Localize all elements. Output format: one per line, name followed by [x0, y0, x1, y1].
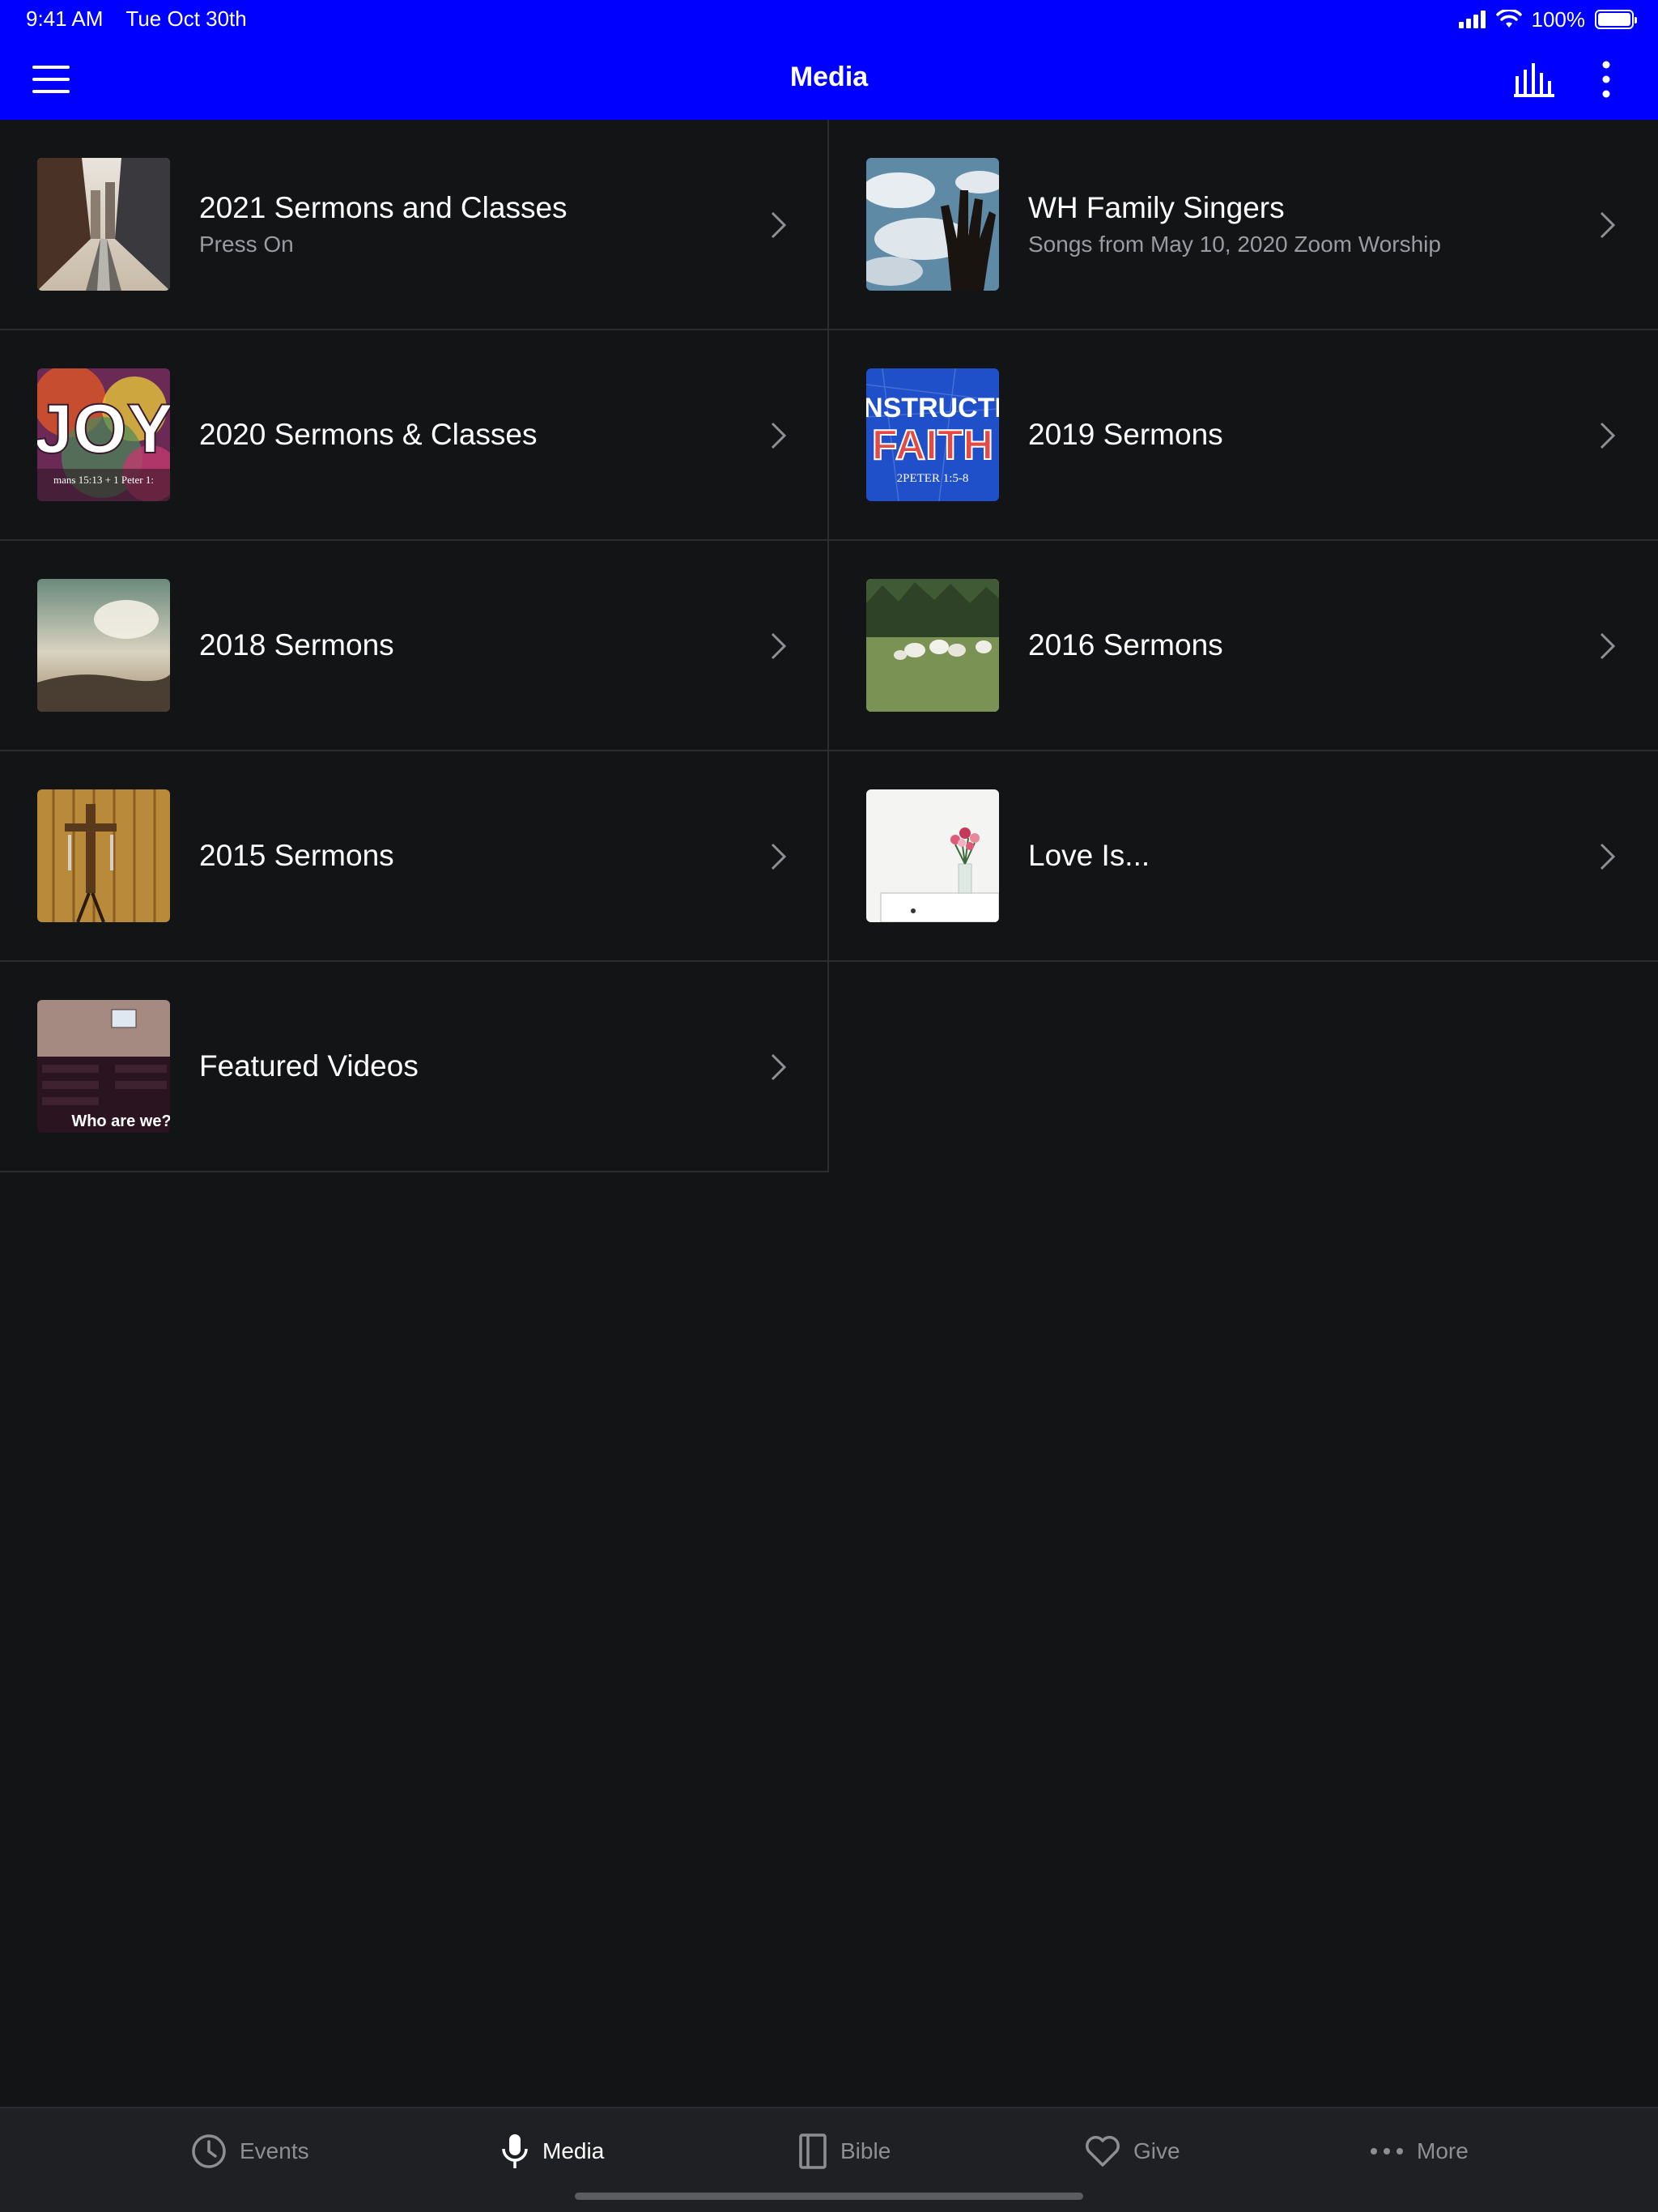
hand-clouds-image [866, 158, 999, 291]
media-item-texts: 2018 Sermons [199, 628, 755, 662]
media-item-featured-videos[interactable]: Who are we? Featured Videos [0, 962, 829, 1172]
media-item-texts: 2015 Sermons [199, 839, 755, 873]
media-item-title: 2019 Sermons [1028, 418, 1223, 451]
battery-level-fill [1598, 13, 1630, 26]
heart-icon [1086, 2136, 1120, 2167]
tab-give[interactable]: Give [1085, 2131, 1180, 2172]
tab-media-label: Media [542, 2138, 605, 2163]
media-item-title: 2018 Sermons [199, 628, 394, 661]
tab-media[interactable]: Media [500, 2131, 604, 2172]
media-item-2018-sermons[interactable]: 2018 Sermons [0, 541, 829, 751]
home-indicator [575, 2193, 1083, 2200]
tab-events-label: Events [240, 2138, 309, 2163]
tab-bible[interactable]: Bible [798, 2131, 891, 2172]
media-item-2015-sermons[interactable]: 2015 Sermons [0, 751, 829, 962]
media-item-texts: 2019 Sermons [1028, 418, 1585, 452]
tab-more[interactable]: More [1370, 2131, 1469, 2172]
media-item-2016-sermons[interactable]: 2016 Sermons [829, 541, 1658, 751]
tab-more-label: More [1417, 2138, 1469, 2163]
wifi-icon [1495, 10, 1522, 28]
media-item-love-is[interactable]: Love Is... [829, 751, 1658, 962]
media-item-2019-sermons[interactable]: NSTRUCTI FAITH 2PETER 1:5-8 2019 Sermons [829, 330, 1658, 541]
flowers-vase-image [866, 789, 999, 922]
media-item-texts: 2021 Sermons and Classes Press On [199, 191, 755, 257]
media-item-texts: 2016 Sermons [1028, 628, 1585, 662]
cross-wall-image [37, 789, 170, 922]
tab-bar: Events Media Bible Give More [0, 2107, 1658, 2212]
media-item-title: Love Is... [1028, 839, 1150, 872]
more-horizontal-icon [1371, 2148, 1403, 2155]
chevron-right-icon [771, 632, 787, 660]
status-date: Tue Oct 30th [125, 6, 247, 31]
more-vertical-icon[interactable] [1592, 60, 1621, 99]
media-item-title: WH Family Singers [1028, 191, 1285, 224]
media-item-texts: 2020 Sermons & Classes [199, 418, 755, 452]
media-item-texts: Love Is... [1028, 839, 1585, 873]
status-bar-left: 9:41 AM Tue Oct 30th [26, 6, 247, 32]
featured-image-caption: Who are we? [71, 1112, 170, 1130]
media-grid: 2021 Sermons and Classes Press On WH Fam… [0, 120, 1658, 1172]
media-item-2021-sermons[interactable]: 2021 Sermons and Classes Press On [0, 120, 829, 330]
media-item-texts: WH Family Singers Songs from May 10, 202… [1028, 191, 1585, 257]
chevron-right-icon [1600, 632, 1616, 660]
battery-percent: 100% [1531, 6, 1586, 32]
media-item-title: 2016 Sermons [1028, 628, 1223, 661]
clock-icon [192, 2134, 226, 2168]
tab-bible-label: Bible [840, 2138, 891, 2163]
media-item-wh-family-singers[interactable]: WH Family Singers Songs from May 10, 202… [829, 120, 1658, 330]
chevron-right-icon [771, 211, 787, 239]
chevron-right-icon [771, 422, 787, 449]
book-icon [799, 2133, 827, 2169]
sheep-field-image [866, 579, 999, 712]
nav-header: 9:41 AM Tue Oct 30th 100% Media [0, 0, 1658, 120]
media-item-title: 2020 Sermons & Classes [199, 418, 538, 451]
media-item-title: 2015 Sermons [199, 839, 394, 872]
status-time: 9:41 AM [26, 6, 104, 31]
joy-image-text: JOY [37, 390, 170, 468]
faith-image-text-2: FAITH [872, 422, 993, 469]
chevron-right-icon [1600, 211, 1616, 239]
chevron-right-icon [771, 1053, 787, 1081]
chevron-right-icon [771, 843, 787, 870]
church-interior-image: Who are we? [37, 1000, 170, 1133]
tab-give-label: Give [1133, 2138, 1180, 2163]
page-title: Media [789, 62, 869, 92]
media-item-title: 2021 Sermons and Classes [199, 191, 568, 224]
tab-events[interactable]: Events [191, 2131, 309, 2172]
media-item-subtitle: Press On [199, 232, 294, 257]
joy-image-caption: mans 15:13 + 1 Peter 1: [53, 474, 154, 486]
equalizer-icon[interactable] [1514, 63, 1556, 97]
battery-icon [1595, 10, 1637, 29]
sky-landscape-image [37, 579, 170, 712]
chevron-right-icon [1600, 422, 1616, 449]
joy-image: JOY mans 15:13 + 1 Peter 1: [37, 368, 170, 501]
media-item-title: Featured Videos [199, 1049, 419, 1083]
status-bar-right: 100% [1458, 6, 1637, 32]
faith-image-text-1: NSTRUCTI [866, 393, 999, 423]
media-item-2020-sermons[interactable]: JOY mans 15:13 + 1 Peter 1: 2020 Sermons… [0, 330, 829, 541]
city-street-image [37, 158, 170, 291]
app-root: 9:41 AM Tue Oct 30th 100% Media 2021 Ser… [0, 0, 1658, 2212]
constructive-faith-image: NSTRUCTI FAITH 2PETER 1:5-8 [866, 368, 999, 501]
chevron-right-icon [1600, 843, 1616, 870]
media-item-texts: Featured Videos [199, 1049, 755, 1083]
faith-image-ref: 2PETER 1:5-8 [897, 472, 969, 485]
signal-icon [1458, 11, 1486, 28]
microphone-icon [502, 2134, 528, 2168]
media-item-subtitle: Songs from May 10, 2020 Zoom Worship [1028, 232, 1441, 257]
